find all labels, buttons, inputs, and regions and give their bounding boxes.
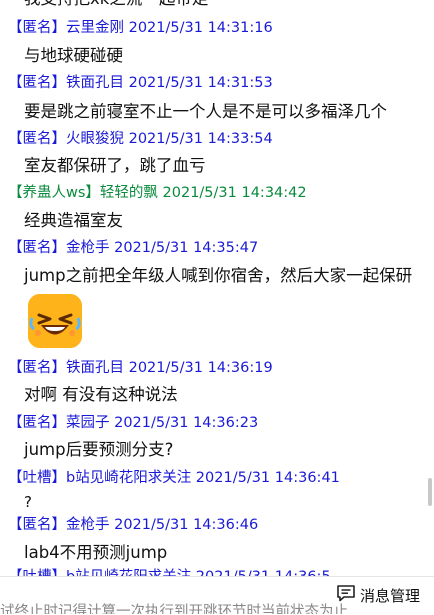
message-text: jump之前把全年级人喊到你宿舍，然后大家一起保研 — [24, 266, 413, 285]
message-text: 对啊 有没有这种说法 — [24, 385, 178, 404]
message-header[interactable]: 【匿名】云里金刚 2021/5/31 14:31:16 — [8, 18, 273, 38]
message-header[interactable]: 【匿名】铁面孔目 2021/5/31 14:31:53 — [8, 73, 273, 93]
message-text: lab4不用预测jump — [24, 543, 168, 562]
message-text: 经典造福室友 — [24, 211, 123, 230]
message-header[interactable]: 【养蛊人ws】轻轻的飘 2021/5/31 14:34:42 — [8, 183, 307, 203]
laughing-tears-emoji[interactable] — [28, 294, 82, 348]
message-header[interactable]: 【匿名】火眼狻猊 2021/5/31 14:33:54 — [8, 129, 273, 149]
message-header[interactable]: 【匿名】菜园子 2021/5/31 14:36:23 — [8, 413, 258, 433]
message-header[interactable]: 【匿名】金枪手 2021/5/31 14:36:46 — [8, 515, 258, 535]
message-text: 要是跳之前寝室不止一个人是不是可以多福泽几个 — [24, 102, 387, 121]
message-header[interactable]: 【吐槽】b站见崎花阳求关注 2021/5/31 14:36:5 — [8, 567, 331, 576]
message-header[interactable]: 【匿名】金枪手 2021/5/31 14:35:47 — [8, 238, 258, 258]
message-text: 室友都保研了，跳了血亏 — [24, 156, 206, 175]
message-header[interactable]: 【吐槽】b站见崎花阳求关注 2021/5/31 14:36:41 — [8, 468, 340, 488]
message-text: ? — [24, 493, 32, 511]
chat-message-list: 我支持把xk之流一起带走 【匿名】云里金刚 2021/5/31 14:31:16… — [0, 0, 434, 576]
scrollbar-thumb[interactable] — [428, 478, 432, 506]
message-text: 我支持把xk之流一起带走 — [24, 0, 208, 11]
message-text: jump后要预测分支? — [24, 440, 174, 459]
input-preview-text: 试终止时记得计算一次执行到开跳环节时当前状态为止 — [0, 604, 348, 614]
message-text: 与地球硬碰硬 — [24, 46, 123, 65]
message-header[interactable]: 【匿名】铁面孔目 2021/5/31 14:36:19 — [8, 358, 273, 378]
